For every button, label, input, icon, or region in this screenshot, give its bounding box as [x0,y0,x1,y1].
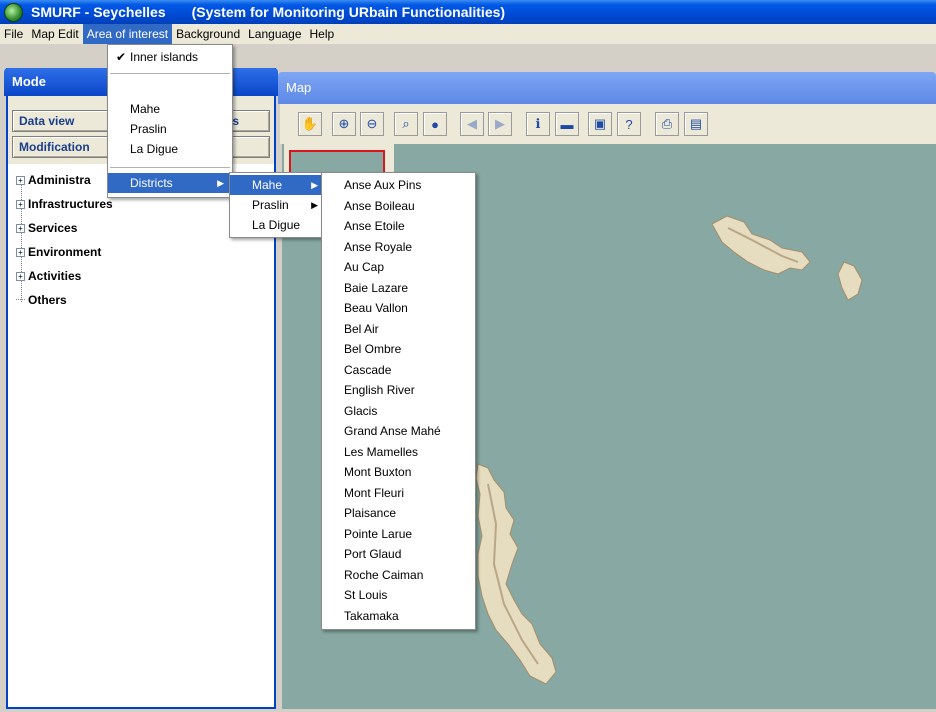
district-item[interactable]: Anse Royale [322,237,475,257]
zoom-extent-icon[interactable]: ⌕ [394,112,418,136]
district-praslin[interactable]: Praslin ▶ [230,195,326,215]
zoom-in-icon[interactable]: ⊕ [332,112,356,136]
map-panel-header: Map [278,72,936,104]
district-item[interactable]: Bel Air [322,319,475,339]
menu-background[interactable]: Background [172,24,244,44]
tree-node-environment[interactable]: + Environment [16,244,101,260]
info-icon[interactable]: ℹ [526,112,550,136]
help-icon[interactable]: ? [617,112,641,136]
menu-map-edit[interactable]: Map Edit [27,24,82,44]
mahe-districts-menu: Anse Aux Pins Anse Boileau Anse Etoile Anse… [321,172,476,630]
tree-node-others[interactable]: Others [16,292,67,308]
menu-item-la-digue[interactable]: La Digue [108,139,232,159]
layer-icon[interactable]: ▬ [555,112,579,136]
image-icon[interactable]: ▣ [588,112,612,136]
district-item[interactable]: Les Mamelles [322,442,475,462]
menu-file[interactable]: File [0,24,27,44]
expand-icon[interactable]: + [16,199,25,209]
tree-node-administration[interactable]: + Administra [16,172,91,188]
district-item[interactable]: St Louis [322,585,475,605]
menu-item-districts[interactable]: Districts ▶ [108,173,232,193]
print-icon[interactable]: ⎙ [655,112,679,136]
district-item[interactable]: Port Glaud [322,544,475,564]
data-view-button[interactable]: Data view [12,110,112,132]
district-item[interactable]: Beau Vallon [322,298,475,318]
district-item[interactable]: Bel Ombre [322,339,475,359]
mahe-island [475,463,557,685]
globe-icon[interactable]: ● [423,112,447,136]
submenu-arrow-icon: ▶ [311,200,318,210]
district-item[interactable]: Au Cap [322,257,475,277]
district-item[interactable]: Glacis [322,401,475,421]
district-item[interactable]: Anse Etoile [322,216,475,236]
menu-language[interactable]: Language [244,24,305,44]
district-item[interactable]: Anse Aux Pins [322,175,475,195]
district-la-digue[interactable]: La Digue [230,215,326,235]
pan-hand-icon[interactable]: ✋ [298,112,322,136]
expand-icon[interactable]: + [16,223,25,233]
district-item[interactable]: Plaisance [322,503,475,523]
tree-node-infrastructures[interactable]: + Infrastructures [16,196,113,212]
map-toolbar: ✋ ⊕ ⊖ ⌕ ● ◀ ▶ ℹ ▬ ▣ ? ⎙ ▤ [280,104,936,144]
area-of-interest-menu: ✔ Inner islands Mahe Praslin La Digue Di… [107,44,233,198]
district-mahe[interactable]: Mahe ▶ [230,175,326,195]
district-item[interactable]: Pointe Larue [322,524,475,544]
check-icon: ✔ [116,50,127,64]
district-item[interactable]: English River [322,380,475,400]
expand-icon[interactable]: + [16,271,25,281]
menu-item-mahe[interactable]: Mahe [108,99,232,119]
globe-icon [4,2,23,22]
save-icon[interactable]: ▤ [684,112,708,136]
menu-bar: File Map Edit Area of interest Backgroun… [0,24,936,44]
district-item[interactable]: Anse Boileau [322,196,475,216]
menu-area-of-interest[interactable]: Area of interest [82,24,173,44]
expand-icon[interactable]: + [16,175,25,185]
districts-submenu: Mahe ▶ Praslin ▶ La Digue [229,172,327,238]
app-subtitle: (System for Monitoring URbain Functional… [191,4,506,20]
app-title: SMURF - Seychelles [31,4,166,20]
expand-icon[interactable]: + [16,247,25,257]
tree-node-activities[interactable]: + Activities [16,268,81,284]
zoom-out-icon[interactable]: ⊖ [360,112,384,136]
la-digue-island [837,261,863,301]
submenu-arrow-icon: ▶ [217,178,224,188]
menu-item-inner-islands[interactable]: ✔ Inner islands [108,47,232,67]
tree-node-services[interactable]: + Services [16,220,77,236]
modification-button[interactable]: Modification [12,136,112,158]
district-item[interactable]: Mont Fleuri [322,483,475,503]
title-bar: SMURF - Seychelles (System for Monitorin… [0,0,936,24]
district-item[interactable]: Roche Caiman [322,565,475,585]
menu-help[interactable]: Help [306,24,339,44]
district-item[interactable]: Mont Buxton [322,462,475,482]
forward-arrow-icon[interactable]: ▶ [488,112,512,136]
district-item[interactable]: Baie Lazare [322,278,475,298]
district-item[interactable]: Grand Anse Mahé [322,421,475,441]
district-item[interactable]: Cascade [322,360,475,380]
submenu-arrow-icon: ▶ [311,180,318,190]
menu-item-praslin[interactable]: Praslin [108,119,232,139]
back-arrow-icon[interactable]: ◀ [460,112,484,136]
district-item[interactable]: Takamaka [322,606,475,626]
